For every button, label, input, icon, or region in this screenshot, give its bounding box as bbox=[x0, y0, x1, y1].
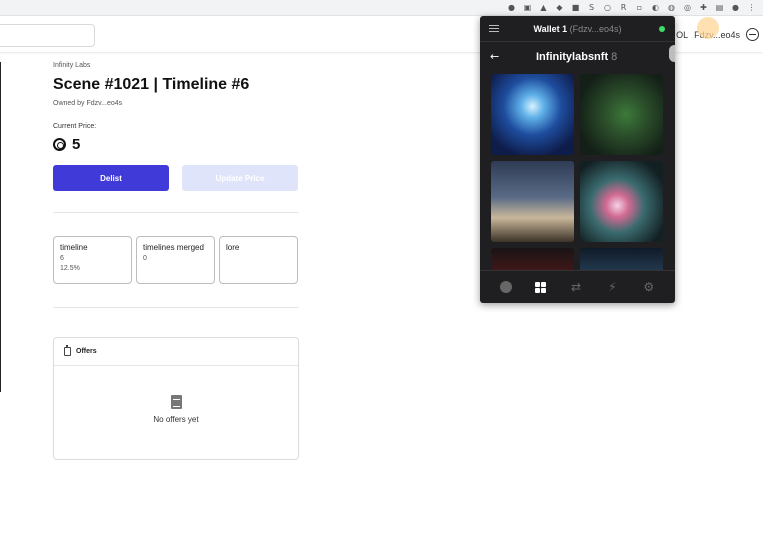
settings-icon[interactable]: ⚙ bbox=[642, 280, 655, 294]
sol-currency-icon bbox=[53, 138, 66, 151]
browser-toolbar: ● ▣ ▲ ◆ ■ S ○ R ▫ ◐ ◍ ◎ ✚ ▤ ● ⋮ bbox=[0, 0, 763, 16]
trait-value: 0 bbox=[143, 255, 147, 262]
collection-name: Infinitylabsnft bbox=[536, 51, 609, 63]
offers-panel: Offers No offers yet bbox=[53, 337, 299, 460]
extension-icon[interactable]: R bbox=[618, 2, 629, 13]
extension-icon[interactable]: ■ bbox=[570, 2, 581, 13]
item-title: Scene #1021 | Timeline #6 bbox=[53, 76, 250, 93]
no-offers-text: No offers yet bbox=[153, 415, 199, 424]
traits-list: timeline 6 12.5% timelines merged 0 lore bbox=[53, 236, 299, 284]
wallet-address: (Fdzv...eo4s) bbox=[569, 24, 622, 34]
collection-name[interactable]: Infinity Labs bbox=[53, 62, 299, 69]
trait-name: timelines merged bbox=[143, 243, 204, 252]
action-buttons: Delist Update Price bbox=[53, 165, 299, 191]
extension-icon[interactable]: ▣ bbox=[522, 2, 533, 13]
delist-button[interactable]: Delist bbox=[53, 165, 169, 191]
item-owner: Owned by Fdzv...eo4s bbox=[53, 100, 123, 107]
trait-card[interactable]: lore bbox=[219, 236, 298, 284]
nft-thumbnail[interactable] bbox=[491, 74, 574, 155]
nft-thumbnail[interactable] bbox=[580, 248, 663, 270]
trait-rarity: 12.5% bbox=[60, 265, 80, 272]
extension-icon[interactable]: ● bbox=[506, 2, 517, 13]
nft-grid bbox=[491, 74, 665, 270]
browser-menu-icon[interactable]: ⋮ bbox=[746, 2, 757, 13]
wallet-collection-title: Infinitylabsnft 8 bbox=[536, 51, 617, 63]
extension-icon[interactable]: ▤ bbox=[714, 2, 725, 13]
nft-thumbnail[interactable] bbox=[580, 74, 663, 155]
wallet-tab-bar: ⇄ ⚡ ⚙ bbox=[480, 270, 675, 303]
update-price-button[interactable]: Update Price bbox=[182, 165, 298, 191]
wallet-title[interactable]: Wallet 1 (Fdzv...eo4s) bbox=[480, 24, 675, 34]
extension-icon[interactable]: ◐ bbox=[650, 2, 661, 13]
wallet-name: Wallet 1 bbox=[533, 24, 568, 34]
nft-thumbnail[interactable] bbox=[491, 248, 574, 270]
price-row: 5 bbox=[53, 136, 299, 153]
extension-icon[interactable]: ▲ bbox=[538, 2, 549, 13]
extension-icon[interactable]: ◆ bbox=[554, 2, 565, 13]
trait-name: lore bbox=[226, 243, 240, 252]
clipboard-icon bbox=[64, 345, 71, 356]
price-label: Current Price: bbox=[53, 123, 97, 130]
extension-icon[interactable]: S bbox=[586, 2, 597, 13]
search-input[interactable] bbox=[0, 24, 95, 47]
extension-icon[interactable]: ○ bbox=[602, 2, 613, 13]
panel-border bbox=[0, 62, 1, 392]
offers-title: Offers bbox=[76, 348, 97, 355]
extension-icon[interactable]: ◍ bbox=[666, 2, 677, 13]
trait-name: timeline bbox=[60, 243, 88, 252]
puzzle-icon[interactable]: ✚ bbox=[698, 2, 709, 13]
coin-icon[interactable] bbox=[499, 281, 512, 293]
activity-icon[interactable]: ⚡ bbox=[606, 280, 619, 294]
clipboard-icon bbox=[170, 395, 182, 409]
offers-empty-state: No offers yet bbox=[54, 366, 298, 424]
currency-label: OL bbox=[676, 29, 689, 40]
swap-icon[interactable]: ⇄ bbox=[569, 280, 582, 294]
price-value: 5 bbox=[72, 136, 81, 153]
nft-thumbnail[interactable] bbox=[491, 161, 574, 242]
trait-card[interactable]: timeline 6 12.5% bbox=[53, 236, 132, 284]
divider bbox=[53, 307, 299, 308]
wallet-nav: ← Infinitylabsnft 8 bbox=[480, 42, 675, 72]
extension-icon[interactable]: ▫ bbox=[634, 2, 645, 13]
trait-value: 6 bbox=[60, 255, 64, 262]
divider bbox=[53, 212, 299, 213]
nft-thumbnail[interactable] bbox=[580, 161, 663, 242]
collectibles-icon[interactable] bbox=[535, 281, 547, 293]
scroll-handle[interactable] bbox=[669, 45, 675, 62]
profile-icon[interactable]: ● bbox=[730, 2, 741, 13]
back-arrow-icon[interactable]: ← bbox=[490, 51, 499, 62]
connection-status-dot bbox=[659, 26, 665, 32]
item-detail: Infinity Labs Scene #1021 | Timeline #6 … bbox=[53, 62, 299, 308]
trait-card[interactable]: timelines merged 0 bbox=[136, 236, 215, 284]
account-menu-icon[interactable] bbox=[746, 28, 759, 41]
wallet-header: Wallet 1 (Fdzv...eo4s) bbox=[480, 16, 675, 42]
wallet-popup: Wallet 1 (Fdzv...eo4s) ← Infinitylabsnft… bbox=[480, 16, 675, 303]
offers-header: Offers bbox=[54, 338, 298, 366]
cursor-highlight bbox=[697, 17, 719, 39]
collection-count: 8 bbox=[611, 51, 618, 63]
phantom-extension-icon[interactable]: ◎ bbox=[682, 2, 693, 13]
extension-icons: ● ▣ ▲ ◆ ■ S ○ R ▫ ◐ ◍ ◎ ✚ ▤ ● ⋮ bbox=[506, 2, 757, 13]
